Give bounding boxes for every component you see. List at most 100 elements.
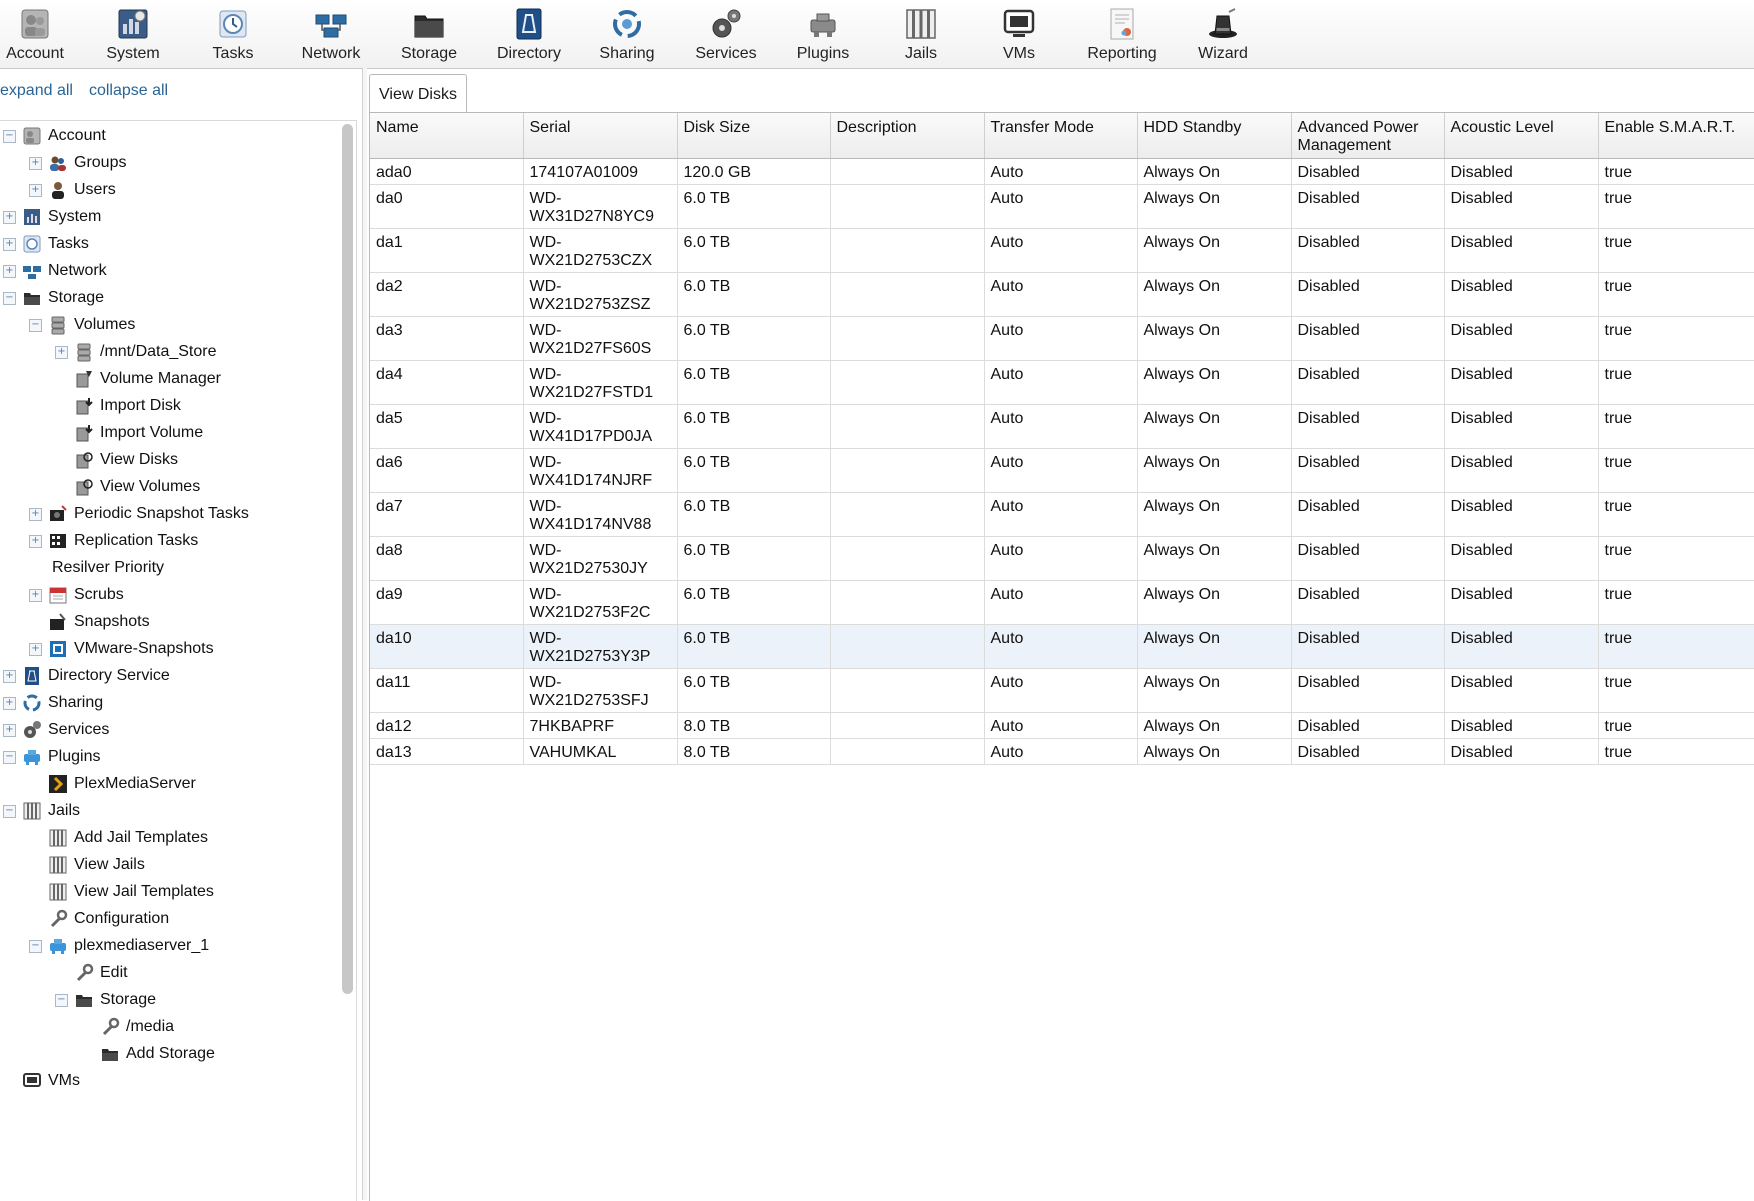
column-header-enable-s-m-a-r-t[interactable]: Enable S.M.A.R.T. xyxy=(1598,113,1754,159)
tree-item-vmware-snapshots[interactable]: VMware-Snapshots xyxy=(48,636,214,662)
expand-toggle-icon[interactable]: + xyxy=(29,508,42,521)
expand-toggle-icon[interactable]: + xyxy=(3,265,16,278)
tree-item-jails[interactable]: Jails xyxy=(22,798,80,824)
table-row[interactable]: ada0 174107A01009 120.0 GB Auto Always On Dis… xyxy=(370,158,1754,185)
toolbar-storage-button[interactable]: Storage xyxy=(396,0,462,68)
expand-toggle-icon[interactable]: + xyxy=(3,670,16,683)
toolbar-network-button[interactable]: Network xyxy=(296,0,366,68)
tree-item-directory-service[interactable]: Directory Service xyxy=(22,663,170,689)
collapse-toggle-icon[interactable]: − xyxy=(3,805,16,818)
expand-toggle-icon[interactable]: + xyxy=(55,346,68,359)
tree-item-volume-manager[interactable]: Volume Manager xyxy=(74,366,221,392)
toolbar-jails-button[interactable]: Jails xyxy=(888,0,954,68)
toolbar-tasks-button[interactable]: Tasks xyxy=(200,0,266,68)
toolbar-reporting-button[interactable]: Reporting xyxy=(1082,0,1162,68)
table-row[interactable]: da1 WD-WX21D2753CZX 6.0 TB Auto Always On Dis… xyxy=(370,228,1754,273)
account-icon xyxy=(23,127,41,145)
toolbar-sharing-button[interactable]: Sharing xyxy=(594,0,660,68)
tree-item-view-jails[interactable]: View Jails xyxy=(48,852,145,878)
expand-all-link[interactable]: expand all xyxy=(0,82,73,99)
expand-toggle-icon[interactable]: + xyxy=(29,184,42,197)
column-header-advanced-power-management[interactable]: Advanced Power Management xyxy=(1291,113,1445,159)
tree-item-add-jail-templates[interactable]: Add Jail Templates xyxy=(48,825,208,851)
tree-item-plugins[interactable]: Plugins xyxy=(22,744,100,770)
collapse-all-link[interactable]: collapse all xyxy=(89,82,168,99)
expand-toggle-icon[interactable]: + xyxy=(3,697,16,710)
collapse-toggle-icon[interactable]: − xyxy=(29,940,42,953)
tree-item-users[interactable]: Users xyxy=(48,177,116,203)
expand-toggle-icon[interactable]: + xyxy=(3,211,16,224)
column-header-transfer-mode[interactable]: Transfer Mode xyxy=(984,113,1138,159)
table-row[interactable]: da10 WD-WX21D2753Y3P 6.0 TB Auto Always On Di… xyxy=(370,624,1754,669)
tree-item-storage[interactable]: Storage xyxy=(74,987,156,1013)
table-row[interactable]: da5 WD-WX41D17PD0JA 6.0 TB Auto Always On Dis… xyxy=(370,404,1754,449)
tree-item-network[interactable]: Network xyxy=(22,258,107,284)
table-row[interactable]: da2 WD-WX21D2753ZSZ 6.0 TB Auto Always On Dis… xyxy=(370,272,1754,317)
tree-item-plexmediaserver-1[interactable]: plexmediaserver_1 xyxy=(48,933,209,959)
collapse-toggle-icon[interactable]: − xyxy=(3,292,16,305)
tree-item-import-volume[interactable]: Import Volume xyxy=(74,420,203,446)
tree-item-import-disk[interactable]: Import Disk xyxy=(74,393,181,419)
table-row[interactable]: da6 WD-WX41D174NJRF 6.0 TB Auto Always On Dis… xyxy=(370,448,1754,493)
table-row[interactable]: da0 WD-WX31D27N8YC9 6.0 TB Auto Always On Dis… xyxy=(370,184,1754,229)
table-row[interactable]: da7 WD-WX41D174NV88 6.0 TB Auto Always On Dis… xyxy=(370,492,1754,537)
collapse-toggle-icon[interactable]: − xyxy=(3,130,16,143)
tree-item-edit[interactable]: Edit xyxy=(74,960,128,986)
toolbar-vms-button[interactable]: VMs xyxy=(986,0,1052,68)
table-row[interactable]: da4 WD-WX21D27FSTD1 6.0 TB Auto Always On Dis… xyxy=(370,360,1754,405)
column-header-name[interactable]: Name xyxy=(370,113,524,159)
tree-scrollbar[interactable] xyxy=(342,124,353,994)
collapse-toggle-icon[interactable]: − xyxy=(29,319,42,332)
tree-item-view-disks[interactable]: View Disks xyxy=(74,447,178,473)
toolbar-services-button[interactable]: Services xyxy=(692,0,760,68)
tree-item-replication-tasks[interactable]: Replication Tasks xyxy=(48,528,198,554)
tree-item-resilver-priority[interactable]: Resilver Priority xyxy=(52,555,164,581)
toolbar-wizard-button[interactable]: Wizard xyxy=(1188,0,1258,68)
tree-item-periodic-snapshot-tasks[interactable]: Periodic Snapshot Tasks xyxy=(48,501,249,527)
tree-item-add-storage[interactable]: Add Storage xyxy=(100,1041,215,1067)
column-header-description[interactable]: Description xyxy=(830,113,985,159)
tree-item-scrubs[interactable]: Scrubs xyxy=(48,582,124,608)
table-row[interactable]: da13 VAHUMKAL 8.0 TB Auto Always On Disabled D… xyxy=(370,738,1754,765)
collapse-toggle-icon[interactable]: − xyxy=(3,751,16,764)
toolbar-directory-button[interactable]: Directory xyxy=(492,0,566,68)
table-cell: WD-WX21D27530JY xyxy=(523,536,678,581)
tree-item-system[interactable]: System xyxy=(22,204,101,230)
tree-item-configuration[interactable]: Configuration xyxy=(48,906,169,932)
tree-item-sharing[interactable]: Sharing xyxy=(22,690,103,716)
table-row[interactable]: da12 7HKBAPRF 8.0 TB Auto Always On Disabled D… xyxy=(370,712,1754,739)
tree-item-view-volumes[interactable]: View Volumes xyxy=(74,474,200,500)
column-header-disk-size[interactable]: Disk Size xyxy=(677,113,831,159)
table-row[interactable]: da11 WD-WX21D2753SFJ 6.0 TB Auto Always On Di… xyxy=(370,668,1754,713)
toolbar-system-button[interactable]: System xyxy=(100,0,166,68)
tree-item-services[interactable]: Services xyxy=(22,717,109,743)
table-row[interactable]: da9 WD-WX21D2753F2C 6.0 TB Auto Always On Dis… xyxy=(370,580,1754,625)
tree-item-view-jail-templates[interactable]: View Jail Templates xyxy=(48,879,214,905)
tree-item-mnt-data-store[interactable]: /mnt/Data_Store xyxy=(74,339,217,365)
column-header-hdd-standby[interactable]: HDD Standby xyxy=(1137,113,1292,159)
table-row[interactable]: da3 WD-WX21D27FS60S 6.0 TB Auto Always On Dis… xyxy=(370,316,1754,361)
tree-item-account[interactable]: Account xyxy=(22,123,106,149)
tree-item-vms[interactable]: VMs xyxy=(22,1068,80,1094)
pane-splitter[interactable] xyxy=(362,68,367,1200)
tree-item-storage[interactable]: Storage xyxy=(22,285,104,311)
table-row[interactable]: da8 WD-WX21D27530JY 6.0 TB Auto Always On Dis… xyxy=(370,536,1754,581)
expand-toggle-icon[interactable]: + xyxy=(29,589,42,602)
expand-toggle-icon[interactable]: + xyxy=(3,238,16,251)
expand-toggle-icon[interactable]: + xyxy=(29,643,42,656)
column-header-acoustic-level[interactable]: Acoustic Level xyxy=(1444,113,1599,159)
tree-item-media[interactable]: /media xyxy=(100,1014,174,1040)
toolbar-plugins-button[interactable]: Plugins xyxy=(790,0,856,68)
tree-item-groups[interactable]: Groups xyxy=(48,150,126,176)
tree-item-snapshots[interactable]: Snapshots xyxy=(48,609,150,635)
tree-item-volumes[interactable]: Volumes xyxy=(48,312,135,338)
expand-toggle-icon[interactable]: + xyxy=(29,157,42,170)
tree-item-tasks[interactable]: Tasks xyxy=(22,231,89,257)
expand-toggle-icon[interactable]: + xyxy=(29,535,42,548)
toolbar-account-button[interactable]: Account xyxy=(2,0,68,68)
tab-view-disks[interactable]: View Disks xyxy=(369,74,467,114)
collapse-toggle-icon[interactable]: − xyxy=(55,994,68,1007)
column-header-serial[interactable]: Serial xyxy=(523,113,678,159)
tree-item-plexmediaserver[interactable]: PlexMediaServer xyxy=(48,771,196,797)
expand-toggle-icon[interactable]: + xyxy=(3,724,16,737)
